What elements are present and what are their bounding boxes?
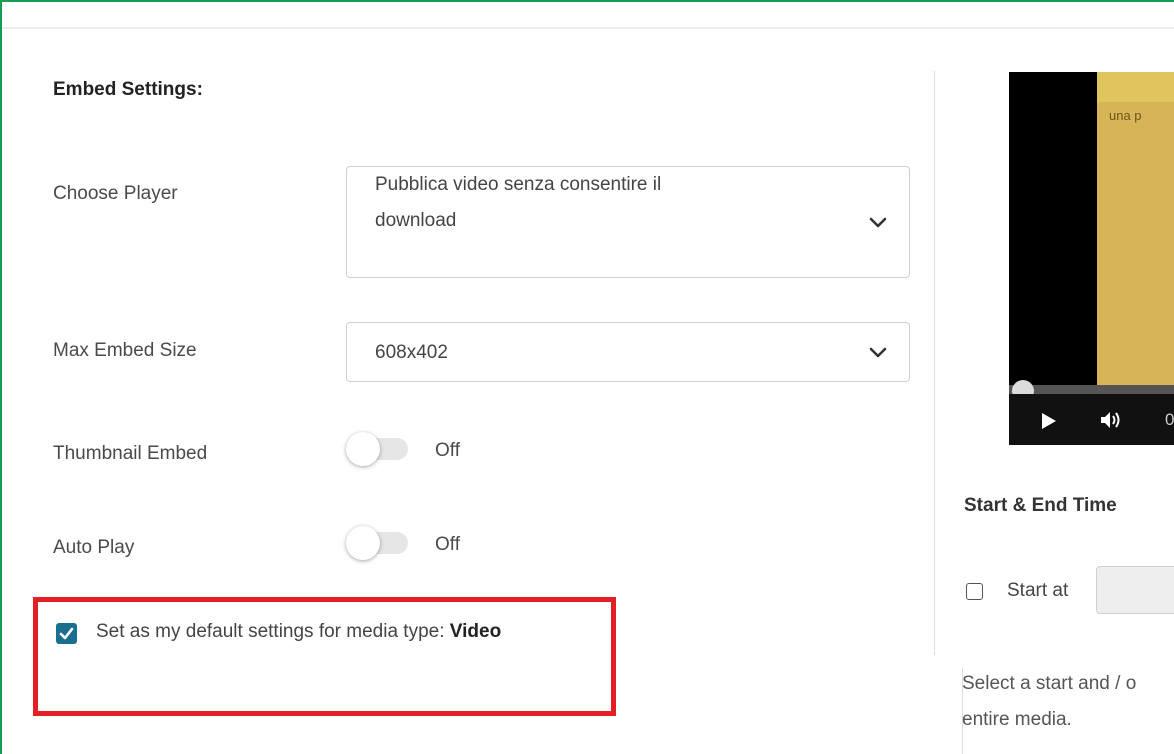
auto-play-label: Auto Play — [53, 537, 135, 558]
toggle-knob — [346, 432, 380, 466]
start-at-label: Start at — [1007, 580, 1069, 601]
play-icon[interactable] — [1041, 412, 1057, 430]
video-caption: una p — [1109, 108, 1142, 123]
default-settings-checkbox[interactable] — [56, 623, 77, 644]
top-divider — [2, 27, 1174, 29]
choose-player-value-line1: Pubblica video senza consentire il — [375, 174, 662, 195]
choose-player-value-line2: download — [375, 210, 457, 231]
start-end-time-title: Start & End Time — [964, 495, 1117, 516]
auto-play-state: Off — [435, 534, 460, 555]
default-settings-label[interactable]: Set as my default settings for media typ… — [96, 621, 501, 643]
help-line-2: entire media. — [962, 709, 1072, 730]
max-embed-size-select[interactable]: 608x402 — [346, 322, 910, 382]
media-type-value: Video — [449, 621, 502, 642]
start-at-checkbox[interactable] — [966, 583, 983, 600]
checkmark-icon — [59, 627, 74, 640]
thumbnail-embed-toggle[interactable] — [346, 432, 408, 466]
time-display: 0 — [1165, 410, 1174, 429]
volume-icon[interactable] — [1100, 410, 1122, 430]
choose-player-select[interactable]: Pubblica video senza consentire il downl… — [346, 166, 910, 278]
chevron-down-icon — [869, 217, 887, 228]
video-frame: una p — [1097, 72, 1174, 385]
choose-player-label: Choose Player — [53, 183, 178, 204]
default-settings-text: Set as my default settings for media typ… — [96, 621, 450, 642]
auto-play-toggle[interactable] — [346, 526, 408, 560]
max-embed-size-label: Max Embed Size — [53, 340, 197, 361]
start-at-input[interactable] — [1096, 566, 1174, 614]
max-embed-size-value: 608x402 — [375, 342, 448, 363]
help-line-1: Select a start and / o — [962, 673, 1137, 694]
thumbnail-embed-label: Thumbnail Embed — [53, 443, 208, 464]
player-control-bar: 0 — [1009, 394, 1174, 445]
thumbnail-embed-state: Off — [435, 440, 460, 461]
video-frame-band — [1097, 72, 1174, 102]
column-divider — [934, 71, 935, 655]
highlight-annotation — [33, 597, 616, 716]
chevron-down-icon — [869, 347, 887, 358]
embed-settings-title: Embed Settings: — [53, 79, 203, 100]
video-player[interactable]: una p 0 — [1009, 72, 1174, 445]
start-end-help-text: Select a start and / o entire media. — [962, 666, 1174, 738]
toggle-knob — [346, 526, 380, 560]
